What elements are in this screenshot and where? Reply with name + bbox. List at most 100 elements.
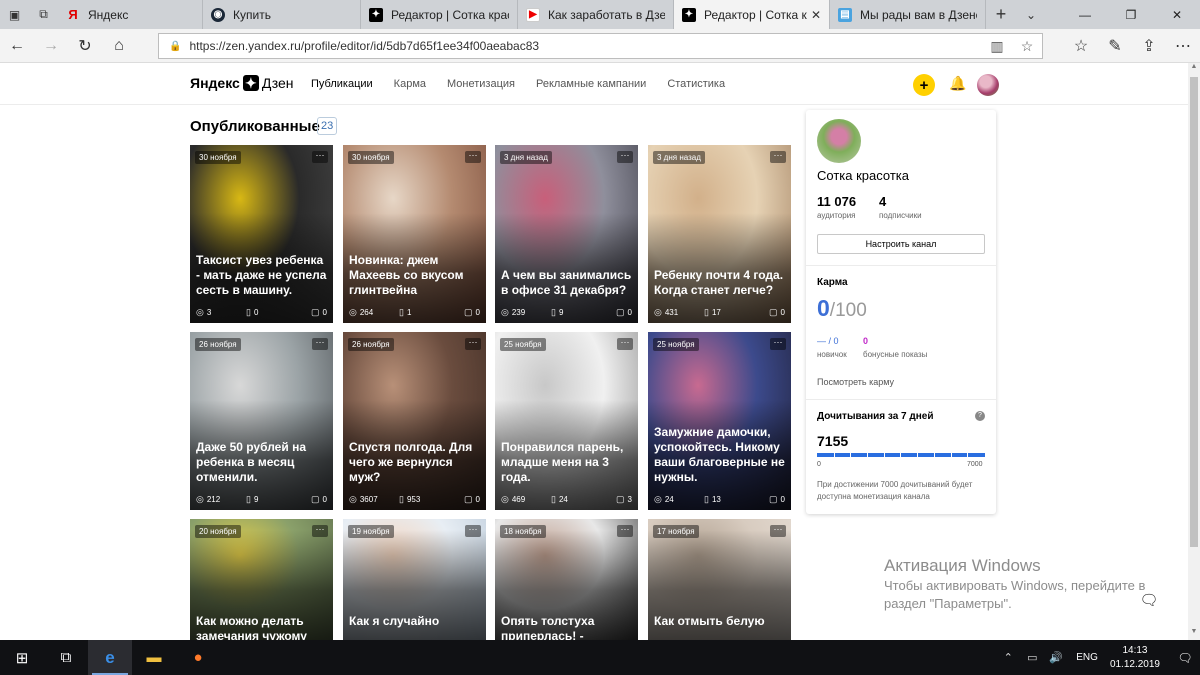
card-stats: ◎ 264 ▯ 1 ▢ 0	[349, 307, 480, 318]
progress-tick	[833, 453, 835, 457]
minimize-button[interactable]: —	[1062, 0, 1108, 29]
card-more-icon[interactable]: ···	[617, 525, 633, 537]
reading-view-icon[interactable]: ▥	[982, 38, 1012, 55]
publication-card[interactable]: 25 ноября ··· Замужние дамочки, успокойтес…	[648, 332, 791, 510]
card-title[interactable]: Как отмыть белую	[654, 614, 785, 629]
publication-card[interactable]: 30 ноября ··· Новинка: джем Махеевь со вку…	[343, 145, 486, 323]
home-button[interactable]: ⌂	[102, 29, 136, 63]
browser-tab[interactable]: ✦ Редактор | Сотка к ✕	[674, 0, 830, 29]
edge-browser-icon[interactable]: e	[88, 640, 132, 675]
publication-card[interactable]: 3 дня назад ··· А чем вы занимались в офис…	[495, 145, 638, 323]
address-bar[interactable]: 🔒 https://zen.yandex.ru/profile/editor/i…	[158, 33, 1043, 59]
firefox-icon[interactable]: ●	[176, 640, 220, 675]
nav-item[interactable]: Рекламные кампании	[536, 78, 646, 90]
share-icon[interactable]: ⇪	[1132, 29, 1166, 63]
view-karma-link[interactable]: Посмотреть карму	[817, 377, 894, 387]
card-title[interactable]: Новинка: джем Махеевь со вкусом глинтвей…	[349, 253, 480, 298]
chat-icon[interactable]: 🗨	[1136, 591, 1162, 615]
tab-menu-chevron-icon[interactable]: ⌄	[1016, 0, 1046, 29]
restore-button[interactable]: ❐	[1108, 0, 1154, 29]
network-icon[interactable]: ▭	[1022, 651, 1042, 664]
back-button[interactable]: ←	[0, 29, 34, 63]
browser-tab[interactable]: ◉ Купить	[203, 0, 361, 29]
info-icon[interactable]: ?	[975, 411, 985, 421]
nav-item[interactable]: Публикации	[311, 78, 373, 90]
forward-button[interactable]: →	[34, 29, 68, 63]
progress-max-label: 7000	[967, 461, 983, 468]
browser-tab[interactable]: ▤ Мы рады вам в Дзене	[830, 0, 986, 29]
start-windows-icon[interactable]: ⊞	[0, 640, 44, 675]
volume-icon[interactable]: 🔊	[1046, 651, 1066, 664]
publication-card[interactable]: 18 ноября ··· Опять толстуха приперлась! -…	[495, 519, 638, 640]
close-window-button[interactable]: ✕	[1154, 0, 1200, 29]
create-post-button[interactable]: +	[913, 74, 935, 96]
card-more-icon[interactable]: ···	[770, 151, 786, 163]
card-date: 26 ноября	[348, 338, 394, 351]
publication-card[interactable]: 25 ноября ··· Понравился парень, младше ме…	[495, 332, 638, 510]
configure-channel-button[interactable]: Настроить канал	[817, 234, 985, 254]
scroll-down-arrow-icon[interactable]: ▼	[1188, 628, 1200, 640]
progress-tick	[984, 453, 985, 457]
publication-card[interactable]: 26 ноября ··· Даже 50 рублей на ребенка в …	[190, 332, 333, 510]
language-indicator[interactable]: ENG	[1076, 652, 1098, 663]
close-tab-icon[interactable]: ✕	[811, 8, 821, 22]
card-more-icon[interactable]: ···	[617, 338, 633, 350]
browser-tab[interactable]: ✦ Редактор | Сотка красо	[361, 0, 518, 29]
card-more-icon[interactable]: ···	[312, 151, 328, 163]
url-text[interactable]: https://zen.yandex.ru/profile/editor/id/…	[189, 39, 539, 53]
comments-count: 0	[475, 308, 480, 317]
card-more-icon[interactable]: ···	[312, 338, 328, 350]
zen-logo[interactable]: Яндекс ✦ Дзен	[190, 75, 294, 91]
publication-card[interactable]: 17 ноября ··· Как отмыть белую	[648, 519, 791, 640]
tray-expand-icon[interactable]: ⌃	[998, 651, 1018, 664]
browser-tab-strip: ▣ ⧉ Я Яндекс ◉ Купить ✦ Редактор | Сотка крас…	[0, 0, 1200, 29]
refresh-button[interactable]: ↻	[68, 29, 102, 63]
browser-tab[interactable]: ▶ Как заработать в Дзен	[518, 0, 674, 29]
card-more-icon[interactable]: ···	[617, 151, 633, 163]
publication-card[interactable]: 26 ноября ··· Спустя полгода. Для чего же …	[343, 332, 486, 510]
system-clock[interactable]: 14:13 01.12.2019	[1110, 644, 1160, 672]
publication-card[interactable]: 30 ноября ··· Таксист увез ребенка - мать …	[190, 145, 333, 323]
file-explorer-icon[interactable]: ▬	[132, 640, 176, 675]
card-title[interactable]: Опять толстуха приперлась! - сказала	[501, 614, 632, 640]
browser-tab[interactable]: Я Яндекс	[58, 0, 203, 29]
card-more-icon[interactable]: ···	[465, 338, 481, 350]
scrollbar-thumb[interactable]	[1190, 77, 1198, 547]
tab-preview-icon[interactable]: ⧉	[29, 0, 58, 29]
action-center-icon[interactable]: 🗨	[1170, 651, 1200, 665]
card-title[interactable]: Таксист увез ребенка - мать даже не успе…	[196, 253, 327, 298]
channel-name[interactable]: Сотка красотка	[817, 168, 909, 183]
card-title[interactable]: Замужние дамочки, успокойтесь. Никому ва…	[654, 425, 785, 485]
card-more-icon[interactable]: ···	[465, 151, 481, 163]
progress-tick	[967, 453, 969, 457]
card-title[interactable]: А чем вы занимались в офисе 31 декабря?	[501, 268, 632, 298]
card-title[interactable]: Понравился парень, младше меня на 3 года…	[501, 440, 632, 485]
card-title[interactable]: Как я случайно	[349, 614, 480, 629]
card-more-icon[interactable]: ···	[465, 525, 481, 537]
new-tab-button[interactable]: +	[986, 0, 1016, 29]
page-scrollbar[interactable]: ▲ ▼	[1188, 63, 1200, 640]
card-title[interactable]: Ребенку почти 4 года. Когда станет легче…	[654, 268, 785, 298]
pen-icon[interactable]: ✎	[1098, 29, 1132, 63]
card-more-icon[interactable]: ···	[312, 525, 328, 537]
card-title[interactable]: Спустя полгода. Для чего же вернулся муж…	[349, 440, 480, 485]
card-more-icon[interactable]: ···	[770, 338, 786, 350]
notifications-bell-icon[interactable]: 🔔	[949, 75, 966, 92]
profile-avatar[interactable]	[977, 74, 999, 96]
card-more-icon[interactable]: ···	[770, 525, 786, 537]
card-title[interactable]: Даже 50 рублей на ребенка в месяц отмени…	[196, 440, 327, 485]
task-view-icon[interactable]: ⧉	[44, 640, 88, 675]
publication-card[interactable]: 3 дня назад ··· Ребенку почти 4 года. Когд…	[648, 145, 791, 323]
scroll-up-arrow-icon[interactable]: ▲	[1188, 63, 1200, 75]
favorite-star-icon[interactable]: ☆	[1012, 38, 1042, 55]
nav-item[interactable]: Карма	[394, 78, 426, 90]
publication-card[interactable]: 19 ноября ··· Как я случайно	[343, 519, 486, 640]
tab-actions-icon[interactable]: ▣	[0, 0, 29, 29]
favorites-icon[interactable]: ☆	[1064, 29, 1098, 63]
channel-avatar[interactable]	[817, 119, 861, 163]
nav-item[interactable]: Статистика	[667, 78, 725, 90]
more-icon[interactable]: ⋯	[1166, 29, 1200, 63]
nav-item[interactable]: Монетизация	[447, 78, 515, 90]
card-title[interactable]: Как можно делать замечания чужому	[196, 614, 327, 640]
publication-card[interactable]: 20 ноября ··· Как можно делать замечания ч…	[190, 519, 333, 640]
